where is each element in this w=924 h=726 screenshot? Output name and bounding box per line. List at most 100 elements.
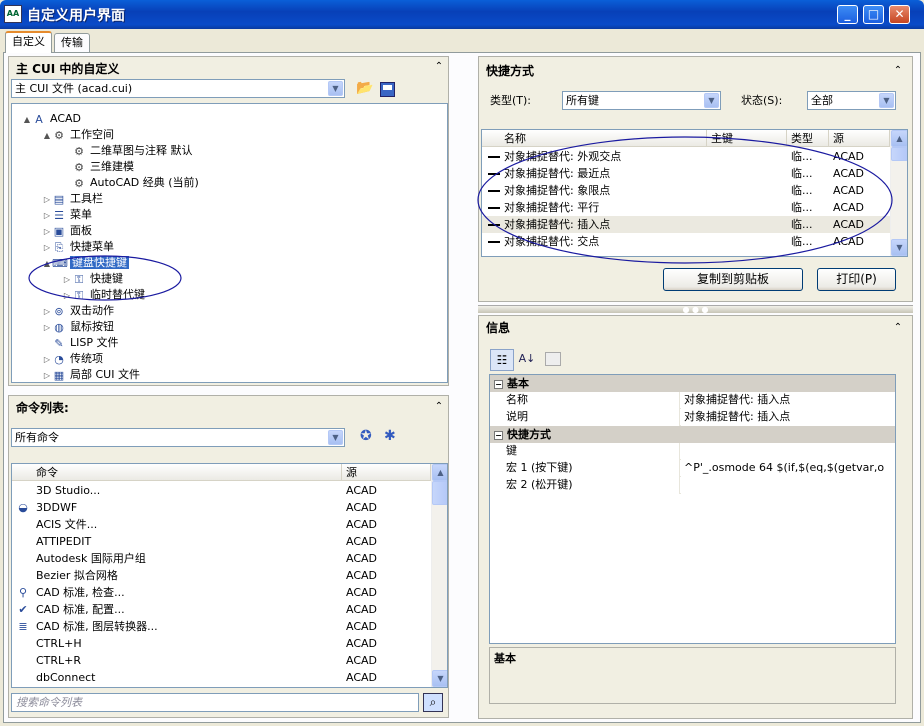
add-command-icon[interactable]: ✱ — [384, 428, 396, 444]
table-row[interactable]: 对象捕捉替代: 平行 临... ACAD — [482, 199, 890, 216]
tree-item[interactable]: ⚙ 二维草图与注释 默认 — [62, 142, 192, 159]
property-pages-icon[interactable] — [545, 352, 561, 366]
vertical-scrollbar[interactable]: ▲ ▼ — [431, 464, 447, 687]
open-file-icon[interactable]: 📂 — [356, 80, 374, 98]
property-row[interactable]: 键 — [490, 443, 895, 460]
tree-item[interactable]: ▷ ☰ 菜单 — [42, 206, 92, 223]
tree-item[interactable]: ⚙ AutoCAD 经典 (当前) — [62, 174, 199, 191]
maximize-button[interactable]: □ — [863, 5, 884, 24]
tree-item[interactable]: ▷ ◍ 鼠标按钮 — [42, 318, 114, 335]
minimize-button[interactable]: _ — [837, 5, 858, 24]
table-row[interactable]: 对象捕捉替代: 象限点 临... ACAD — [482, 182, 890, 199]
table-row[interactable]: CTRL+R ACAD — [12, 652, 431, 669]
type-combo[interactable]: 所有键 ▼ — [562, 91, 721, 110]
status-combo[interactable]: 全部 ▼ — [807, 91, 896, 110]
new-command-icon[interactable]: ✪ — [360, 428, 372, 444]
table-row[interactable]: 对象捕捉替代: 插入点 临... ACAD — [482, 216, 890, 233]
print-button[interactable]: 打印(P) — [817, 268, 896, 291]
save-icon[interactable] — [380, 82, 395, 97]
column-header-type[interactable]: 类型 — [787, 130, 829, 147]
table-row[interactable]: ⚲ CAD 标准, 检查... ACAD — [12, 584, 431, 601]
table-row[interactable]: 3D Studio... ACAD — [12, 482, 431, 499]
table-row[interactable]: CTRL+H ACAD — [12, 635, 431, 652]
property-value[interactable]: 对象捕捉替代: 插入点 — [681, 409, 895, 426]
sort-az-icon[interactable]: A↓ — [517, 349, 537, 371]
tree-item[interactable]: ▷ ⚿ 快捷键 — [62, 270, 123, 287]
collapse-icon[interactable]: ⌃ — [432, 61, 446, 75]
property-value[interactable] — [681, 477, 895, 494]
tree-item[interactable]: ▷ ◔ 传统项 — [42, 350, 103, 367]
table-row[interactable]: dbConnect ACAD — [12, 669, 431, 686]
scroll-down-icon[interactable]: ▼ — [891, 239, 907, 256]
table-row[interactable]: ◒ 3DDWF ACAD — [12, 499, 431, 516]
table-row[interactable]: ATTIPEDIT ACAD — [12, 533, 431, 550]
expand-toggle-icon[interactable]: ▲ — [42, 127, 52, 144]
column-header-key[interactable]: 主键 — [707, 130, 787, 147]
table-row[interactable]: Bezier 拟合网格 ACAD — [12, 567, 431, 584]
collapse-icon[interactable]: ⌃ — [891, 322, 905, 336]
category-basic[interactable]: − 基本 — [490, 375, 895, 392]
collapse-icon[interactable]: ⌃ — [891, 65, 905, 79]
scroll-up-icon[interactable]: ▲ — [432, 464, 447, 481]
column-header-source[interactable]: 源 — [829, 130, 890, 147]
table-row[interactable]: 对象捕捉替代: 最近点 临... ACAD — [482, 165, 890, 182]
tree-item[interactable]: ▲ A ACAD — [22, 110, 81, 127]
property-value[interactable]: ^P'_.osmode 64 $(if,$(eq,$(getvar,o — [681, 460, 895, 477]
column-header-source[interactable]: 源 — [342, 464, 431, 481]
tree-item[interactable]: ▷ ⊚ 双击动作 — [42, 302, 114, 319]
categorized-icon[interactable]: ☷ — [490, 349, 514, 371]
chevron-down-icon[interactable]: ▼ — [328, 430, 343, 445]
command-search-input[interactable]: 搜索命令列表 — [11, 693, 419, 712]
chevron-down-icon[interactable]: ▼ — [704, 93, 719, 108]
collapse-icon[interactable]: − — [494, 379, 503, 389]
expand-toggle-icon[interactable]: ▷ — [42, 367, 52, 382]
table-row[interactable]: ≣ CAD 标准, 图层转换器... ACAD — [12, 618, 431, 635]
command-filter-combo[interactable]: 所有命令 ▼ — [11, 428, 345, 447]
chevron-down-icon[interactable]: ▼ — [328, 81, 343, 96]
collapse-icon[interactable]: − — [494, 430, 503, 440]
splitter-handle[interactable]: ● ● ● — [478, 305, 913, 314]
tree-item[interactable]: ▷ ▦ 局部 CUI 文件 — [42, 366, 140, 382]
shortcut-source: ACAD — [833, 201, 865, 214]
property-row[interactable]: 说明 对象捕捉替代: 插入点 — [490, 409, 895, 426]
scroll-thumb[interactable] — [432, 481, 447, 505]
vertical-scrollbar[interactable]: ▲ ▼ — [890, 130, 907, 256]
property-row[interactable]: 宏 2 (松开键) — [490, 477, 895, 494]
expand-toggle-icon[interactable]: ▲ — [42, 255, 52, 272]
tree-item[interactable]: ▷ ▤ 工具栏 — [42, 190, 103, 207]
close-button[interactable]: ✕ — [889, 5, 910, 24]
scroll-down-icon[interactable]: ▼ — [432, 670, 447, 687]
copy-to-clipboard-button[interactable]: 复制到剪贴板 — [663, 268, 803, 291]
tree-item[interactable]: ▲ ⚙ 工作空间 — [42, 126, 114, 143]
property-value[interactable]: 对象捕捉替代: 插入点 — [681, 392, 895, 409]
tree-item[interactable]: ▷ ⚿ 临时替代键 — [62, 286, 145, 303]
tab-transfer[interactable]: 传输 — [54, 33, 90, 52]
column-header-command[interactable]: 命令 — [12, 464, 342, 481]
category-shortcut[interactable]: − 快捷方式 — [490, 426, 895, 443]
column-header-name[interactable]: 名称 — [482, 130, 707, 147]
table-row[interactable]: 对象捕捉替代: 外观交点 临... ACAD — [482, 148, 890, 165]
search-icon[interactable]: ⌕ — [423, 693, 443, 712]
scroll-up-icon[interactable]: ▲ — [891, 130, 907, 147]
info-panel-title: 信息 — [486, 321, 511, 335]
property-row[interactable]: 宏 1 (按下键) ^P'_.osmode 64 $(if,$(eq,$(getv… — [490, 460, 895, 477]
property-value[interactable] — [681, 443, 895, 460]
expand-toggle-icon[interactable]: ▲ — [22, 111, 32, 128]
tree-item[interactable]: ✎ LISP 文件 — [42, 334, 118, 351]
table-row[interactable]: ✔ CAD 标准, 配置... ACAD — [12, 601, 431, 618]
tree-item[interactable]: ▷ ▣ 面板 — [42, 222, 92, 239]
cui-file-combo[interactable]: 主 CUI 文件 (acad.cui) ▼ — [11, 79, 345, 98]
table-row[interactable]: Autodesk 国际用户组 ACAD — [12, 550, 431, 567]
tree-item[interactable]: ▲ ⌨ 键盘快捷键 — [42, 254, 129, 271]
scroll-thumb[interactable] — [891, 147, 907, 161]
table-row[interactable]: 对象捕捉替代: 交点 临... ACAD — [482, 233, 890, 250]
property-row[interactable]: 名称 对象捕捉替代: 插入点 — [490, 392, 895, 409]
table-row[interactable]: ACIS 文件... ACAD — [12, 516, 431, 533]
tab-customize[interactable]: 自定义 — [5, 31, 52, 53]
collapse-icon[interactable]: ⌃ — [432, 401, 446, 415]
tree-item-label: 快捷键 — [90, 272, 123, 285]
tree-item[interactable]: ▷ ⎘ 快捷菜单 — [42, 238, 114, 255]
chevron-down-icon[interactable]: ▼ — [879, 93, 894, 108]
type-combo-value: 所有键 — [566, 94, 599, 107]
tree-item[interactable]: ⚙ 三维建模 — [62, 158, 134, 175]
